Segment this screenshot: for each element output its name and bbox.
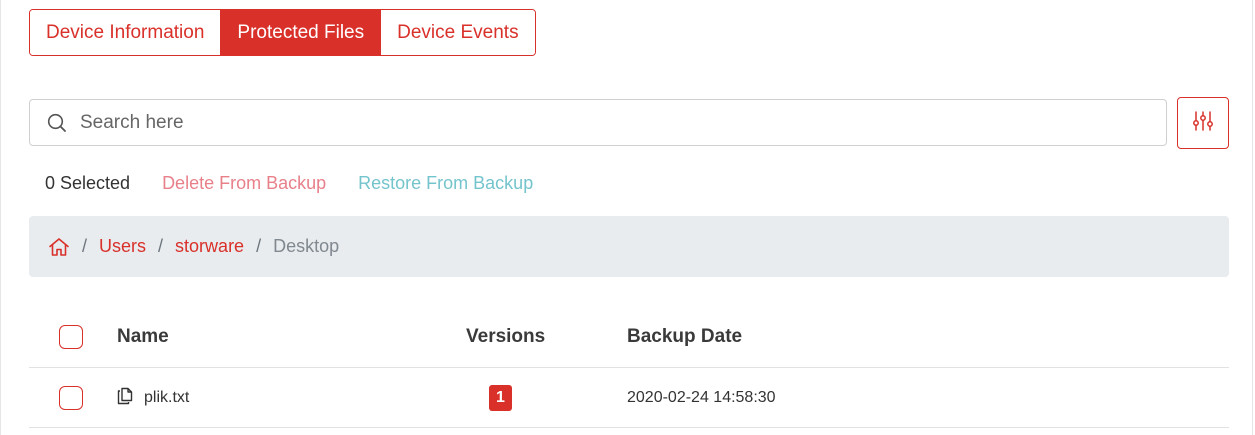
select-all-checkbox[interactable] — [59, 325, 83, 349]
sliders-icon — [1192, 110, 1214, 137]
backup-date: 2020-02-24 14:58:30 — [627, 388, 776, 406]
column-header-versions[interactable]: Versions — [466, 326, 545, 348]
breadcrumb: / Users / storware / Desktop — [29, 216, 1229, 277]
breadcrumb-separator: / — [256, 236, 262, 256]
home-icon[interactable] — [48, 237, 70, 257]
versions-badge[interactable]: 1 — [489, 384, 512, 411]
breadcrumb-separator: / — [82, 236, 88, 256]
file-name[interactable]: plik.txt — [144, 389, 189, 407]
row-checkbox[interactable] — [59, 386, 83, 410]
delete-from-backup-link[interactable]: Delete From Backup — [162, 173, 326, 194]
table-row[interactable]: plik.txt 1 2020-02-24 14:58:30 — [29, 368, 1229, 428]
breadcrumb-item-users[interactable]: Users — [99, 236, 146, 257]
search-icon — [46, 112, 68, 134]
restore-from-backup-link[interactable]: Restore From Backup — [358, 173, 533, 194]
content-panel: Device Information Protected Files Devic… — [0, 0, 1253, 435]
table-header: Name Versions Backup Date — [29, 307, 1229, 368]
breadcrumb-item-storware[interactable]: storware — [175, 236, 244, 257]
breadcrumb-separator: / — [158, 236, 164, 256]
tab-device-events[interactable]: Device Events — [380, 10, 535, 55]
search-input[interactable] — [78, 110, 1082, 135]
search-box — [29, 99, 1167, 146]
tab-protected-files[interactable]: Protected Files — [220, 10, 381, 55]
tab-bar: Device Information Protected Files Devic… — [29, 9, 536, 56]
filter-button[interactable] — [1177, 97, 1229, 149]
selected-count: 0 Selected — [45, 172, 131, 193]
column-header-backup-date[interactable]: Backup Date — [627, 326, 742, 348]
selection-actions: 0 Selected Delete From Backup Restore Fr… — [45, 171, 533, 195]
column-header-name[interactable]: Name — [117, 326, 169, 348]
breadcrumb-current: Desktop — [273, 236, 340, 256]
file-icon — [117, 387, 133, 410]
tab-device-information[interactable]: Device Information — [30, 10, 221, 55]
